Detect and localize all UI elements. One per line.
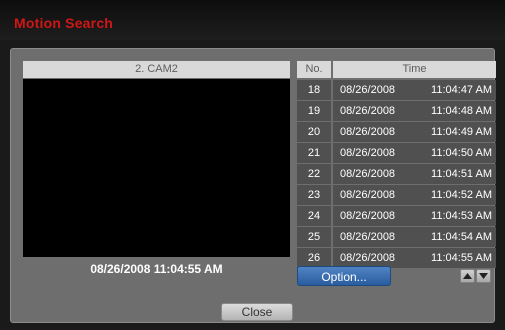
table-row[interactable]: 25 08/26/2008 11:04:54 AM [297, 227, 496, 247]
row-number: 21 [297, 143, 331, 163]
row-number: 25 [297, 227, 331, 247]
row-date: 08/26/2008 [340, 210, 396, 222]
row-date: 08/26/2008 [340, 252, 396, 264]
row-time: 11:04:54 AM [431, 231, 492, 243]
row-time-cell: 08/26/2008 11:04:49 AM [333, 122, 496, 142]
table-row[interactable]: 18 08/26/2008 11:04:47 AM [297, 80, 496, 100]
row-number: 24 [297, 206, 331, 226]
title-bar: Motion Search [0, 0, 505, 40]
row-number: 22 [297, 164, 331, 184]
row-date: 08/26/2008 [340, 105, 396, 117]
row-time-cell: 08/26/2008 11:04:53 AM [333, 206, 496, 226]
row-time: 11:04:48 AM [431, 105, 492, 117]
row-time: 11:04:51 AM [431, 168, 492, 180]
row-time: 11:04:50 AM [431, 147, 492, 159]
row-date: 08/26/2008 [340, 189, 396, 201]
row-time: 11:04:52 AM [431, 189, 492, 201]
column-header-no: No. [297, 61, 331, 78]
window-title: Motion Search [14, 15, 114, 31]
table-row[interactable]: 22 08/26/2008 11:04:51 AM [297, 164, 496, 184]
row-number: 19 [297, 101, 331, 121]
row-time-cell: 08/26/2008 11:04:48 AM [333, 101, 496, 121]
row-number: 23 [297, 185, 331, 205]
table-row[interactable]: 26 08/26/2008 11:04:55 AM [297, 248, 496, 268]
video-preview [23, 79, 290, 257]
row-time: 11:04:49 AM [431, 126, 492, 138]
row-date: 08/26/2008 [340, 126, 396, 138]
close-button[interactable]: Close [221, 303, 293, 321]
triangle-down-icon [479, 273, 488, 279]
row-time-cell: 08/26/2008 11:04:51 AM [333, 164, 496, 184]
table-row[interactable]: 20 08/26/2008 11:04:49 AM [297, 122, 496, 142]
row-number: 18 [297, 80, 331, 100]
table-row[interactable]: 24 08/26/2008 11:04:53 AM [297, 206, 496, 226]
row-time: 11:04:47 AM [431, 84, 492, 96]
column-header-time: Time [333, 61, 496, 78]
row-time-cell: 08/26/2008 11:04:55 AM [333, 248, 496, 268]
table-row[interactable]: 19 08/26/2008 11:04:48 AM [297, 101, 496, 121]
triangle-up-icon [463, 273, 472, 279]
row-time: 11:04:53 AM [431, 210, 492, 222]
row-number: 20 [297, 122, 331, 142]
option-button[interactable]: Option... [297, 266, 391, 286]
row-time-cell: 08/26/2008 11:04:52 AM [333, 185, 496, 205]
event-list: 18 08/26/2008 11:04:47 AM 19 08/26/2008 11… [297, 80, 496, 269]
row-time: 11:04:55 AM [431, 252, 492, 264]
row-time-cell: 08/26/2008 11:04:47 AM [333, 80, 496, 100]
row-date: 08/26/2008 [340, 147, 396, 159]
row-number: 26 [297, 248, 331, 268]
row-date: 08/26/2008 [340, 168, 396, 180]
row-time-cell: 08/26/2008 11:04:50 AM [333, 143, 496, 163]
video-timestamp: 08/26/2008 11:04:55 AM [90, 262, 223, 276]
scroll-up-button[interactable] [460, 269, 475, 283]
row-date: 08/26/2008 [340, 231, 396, 243]
row-date: 08/26/2008 [340, 84, 396, 96]
table-row[interactable]: 23 08/26/2008 11:04:52 AM [297, 185, 496, 205]
row-time-cell: 08/26/2008 11:04:54 AM [333, 227, 496, 247]
camera-header: 2. CAM2 [23, 61, 290, 78]
table-row[interactable]: 21 08/26/2008 11:04:50 AM [297, 143, 496, 163]
scroll-down-button[interactable] [476, 269, 491, 283]
